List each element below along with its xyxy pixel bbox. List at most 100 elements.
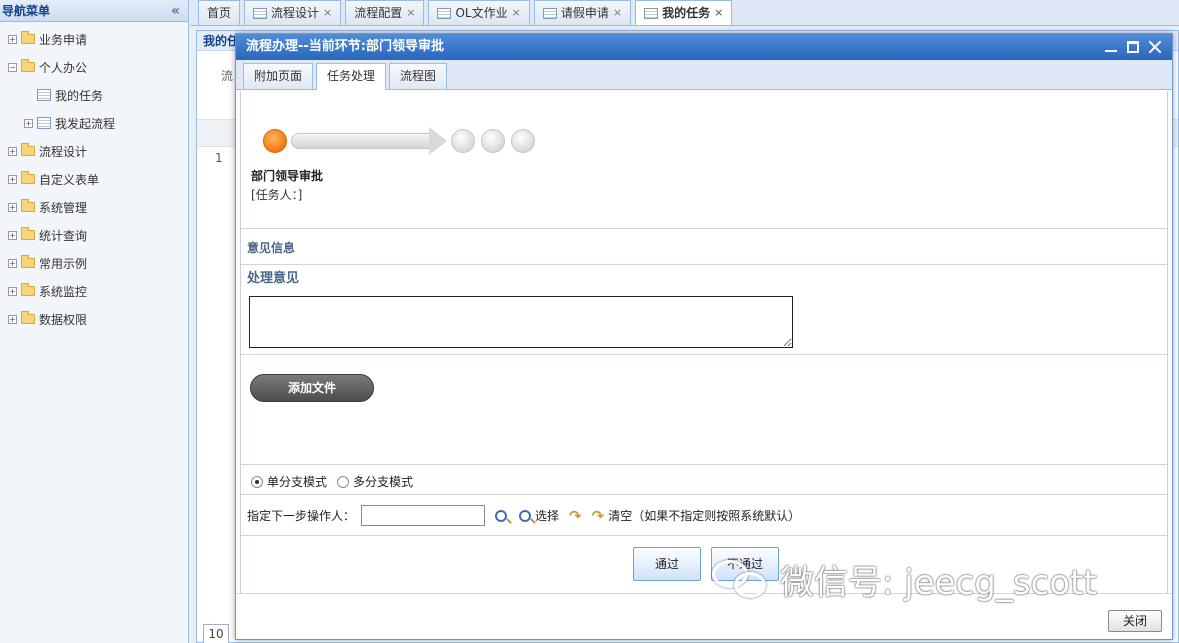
sidebar-item[interactable]: + 数据权限 xyxy=(0,305,188,333)
pending-step-dot xyxy=(451,129,475,153)
progress-arrow xyxy=(291,127,447,155)
pending-step-dot xyxy=(511,129,535,153)
tab-flow-chart[interactable]: 流程图 xyxy=(389,63,448,89)
opinion-textarea[interactable] xyxy=(249,296,793,348)
close-icon[interactable] xyxy=(1148,40,1162,54)
tab-label: OL文作业 xyxy=(455,6,508,20)
expand-node-icon[interactable]: + xyxy=(8,146,17,156)
sidebar-item[interactable]: + 流程设计 xyxy=(0,137,188,165)
tab-close-icon[interactable]: × xyxy=(512,1,521,25)
tab-close-icon[interactable]: × xyxy=(323,1,332,25)
opinion-label: 处理意见 xyxy=(247,271,300,286)
sidebar-item[interactable]: + 系统监控 xyxy=(0,277,188,305)
divider xyxy=(241,464,1167,465)
collapse-sidebar-icon[interactable]: « xyxy=(171,0,180,22)
expand-node-icon[interactable]: + xyxy=(8,258,17,268)
close-button[interactable]: 关闭 xyxy=(1108,610,1162,632)
sidebar-item[interactable]: 我的任务 xyxy=(0,81,188,109)
tab-label: 首页 xyxy=(207,6,232,20)
dialog-titlebar[interactable]: 流程办理--当前环节:部门领导审批 xyxy=(236,34,1172,60)
divider xyxy=(241,354,1167,355)
clear-arrow-icon[interactable]: ↷ xyxy=(592,507,605,525)
sidebar-item[interactable]: + 常用示例 xyxy=(0,249,188,277)
step-assignee: [任务人：] xyxy=(251,188,303,202)
pass-button[interactable]: 通过 xyxy=(633,547,701,581)
grid-icon xyxy=(644,7,659,19)
collapse-node-icon[interactable]: − xyxy=(8,62,17,72)
redo-arrow-icon[interactable]: ↷ xyxy=(569,507,582,525)
folder-icon xyxy=(21,199,35,212)
main-tab[interactable]: OL文作业 × xyxy=(428,0,530,25)
single-branch-radio[interactable] xyxy=(251,475,263,488)
select-search-icon[interactable] xyxy=(519,509,532,522)
pending-step-dot xyxy=(481,129,505,153)
folder-icon xyxy=(21,143,35,156)
main-tabbar: 首页 流程设计 × 流程配置 × OL文作业 × 请假申请 × 我的任务 × xyxy=(190,0,1179,26)
add-file-button[interactable]: 添加文件 xyxy=(250,374,374,402)
sidebar-item-label: 系统监控 xyxy=(39,284,88,299)
multi-branch-label: 多分支模式 xyxy=(353,475,414,489)
main-tab[interactable]: 流程配置 × xyxy=(345,0,425,25)
folder-icon xyxy=(21,227,35,240)
tab-attached-page[interactable]: 附加页面 xyxy=(243,63,314,89)
tab-close-icon[interactable]: × xyxy=(613,1,622,25)
folder-icon xyxy=(21,311,35,324)
grid-icon xyxy=(37,89,51,101)
multi-branch-radio[interactable] xyxy=(337,475,350,488)
tab-task-processing[interactable]: 任务处理 xyxy=(316,63,387,90)
dialog-title: 流程办理--当前环节:部门领导审批 xyxy=(246,39,444,54)
expand-node-icon[interactable]: + xyxy=(8,202,17,212)
current-step-name: 部门领导审批 xyxy=(251,169,324,183)
expand-node-icon[interactable]: + xyxy=(8,314,17,324)
task-form: 部门领导审批 [任务人：] 意见信息 处理意见 添加文件 单分支模式 多分支模式… xyxy=(240,91,1168,593)
grid-icon xyxy=(437,7,452,19)
task-dialog: 流程办理--当前环节:部门领导审批 附加页面 任务处理 流程图 部门领导审批 [… xyxy=(235,33,1173,640)
expand-node-icon[interactable]: + xyxy=(24,118,33,128)
main-tab[interactable]: 流程设计 × xyxy=(244,0,342,25)
sidebar-item-label: 统计查询 xyxy=(39,228,88,243)
sidebar-item[interactable]: + 自定义表单 xyxy=(0,165,188,193)
folder-icon xyxy=(21,171,35,184)
main-tab[interactable]: 首页 xyxy=(198,0,241,25)
sidebar-item-label: 我的任务 xyxy=(55,88,104,103)
expand-node-icon[interactable]: + xyxy=(8,230,17,240)
divider xyxy=(241,228,1167,229)
main-tab[interactable]: 请假申请 × xyxy=(533,0,632,25)
clear-link[interactable]: 清空（如果不指定则按照系统默认） xyxy=(608,507,800,524)
search-icon[interactable] xyxy=(495,509,508,522)
grid-icon xyxy=(253,7,268,19)
folder-icon xyxy=(21,283,35,296)
tab-label: 流程设计 xyxy=(271,6,320,20)
next-operator-label: 指定下一步操作人： xyxy=(247,509,356,523)
next-operator-row: 指定下一步操作人： 选择 ↷ ↷ 清空（如果不指定则按照系统默认） xyxy=(247,505,800,526)
sidebar-item[interactable]: − 个人办公 xyxy=(0,53,188,81)
expand-node-icon[interactable]: + xyxy=(8,174,17,184)
sidebar-item[interactable]: + 业务申请 xyxy=(0,25,188,53)
minimize-icon[interactable] xyxy=(1104,40,1118,54)
folder-icon xyxy=(21,31,35,44)
sidebar-item-label: 我发起流程 xyxy=(55,116,116,131)
tab-label: 我的任务 xyxy=(662,6,711,20)
sidebar-item[interactable]: + 统计查询 xyxy=(0,221,188,249)
tab-label: 流程配置 xyxy=(354,6,403,20)
watermark-text: 微信号: jeecg_scott xyxy=(780,563,1097,603)
expand-node-icon xyxy=(24,91,33,100)
next-operator-input[interactable] xyxy=(361,505,486,526)
maximize-icon[interactable] xyxy=(1127,41,1139,53)
expand-node-icon[interactable]: + xyxy=(8,286,17,296)
grid-icon xyxy=(37,117,51,129)
tab-close-icon[interactable]: × xyxy=(714,1,723,25)
grid-icon xyxy=(542,7,557,19)
tab-close-icon[interactable]: × xyxy=(406,1,415,25)
process-progress xyxy=(263,126,563,156)
sidebar-item-label: 业务申请 xyxy=(39,32,88,47)
main-tab[interactable]: 我的任务 × xyxy=(635,0,733,25)
sidebar-item[interactable]: + 系统管理 xyxy=(0,193,188,221)
wechat-watermark: 微信号: jeecg_scott xyxy=(710,555,1097,604)
panel-column-label: 流 xyxy=(221,69,234,83)
sidebar-item[interactable]: + 我发起流程 xyxy=(0,109,188,137)
expand-node-icon[interactable]: + xyxy=(8,34,17,44)
sidebar-item-label: 自定义表单 xyxy=(39,172,100,187)
select-link[interactable]: 选择 xyxy=(535,507,559,524)
page-size-select[interactable]: 10 xyxy=(203,624,229,643)
